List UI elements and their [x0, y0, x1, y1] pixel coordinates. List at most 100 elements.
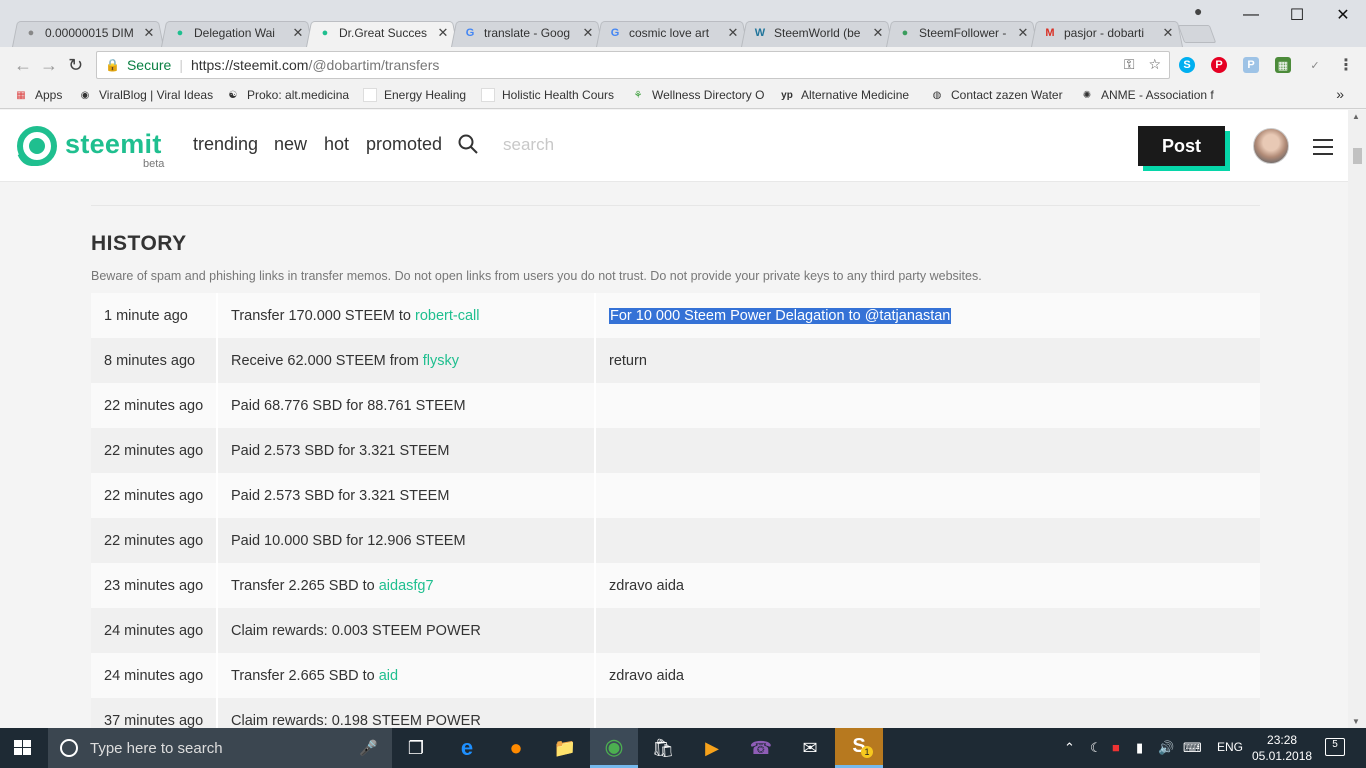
browser-tab[interactable]: W SteemWorld (be ✕	[741, 19, 893, 47]
volume-icon[interactable]: 🔊	[1158, 740, 1174, 756]
bookmark-star-icon[interactable]: ☆	[1148, 56, 1161, 72]
scroll-up-icon[interactable]: ▲	[1352, 112, 1360, 121]
notification-center-icon[interactable]: 5	[1325, 738, 1345, 756]
account-link[interactable]: flysky	[423, 353, 459, 369]
battery-icon[interactable]: ▮	[1136, 740, 1143, 756]
history-row: 24 minutes ago Transfer 2.665 SBD to aid zd…	[91, 653, 1260, 698]
back-button[interactable]: ←	[14, 55, 32, 76]
bookmarks-more-icon[interactable]: »	[1336, 86, 1344, 102]
history-action: Transfer 170.000 STEEM to	[231, 307, 411, 324]
pinterest-extension-icon[interactable]: P	[1211, 57, 1227, 73]
minimize-button[interactable]: —	[1228, 0, 1274, 30]
close-window-button[interactable]: ✕	[1320, 0, 1366, 30]
bookmark-item[interactable]: ⚘ Wellness Directory O	[631, 88, 765, 102]
store-icon[interactable]: 🛍	[639, 728, 687, 768]
history-action-cell: Claim rewards: 0.198 STEEM POWER	[220, 698, 596, 728]
clock[interactable]: 23:28 05.01.2018	[1252, 732, 1312, 764]
avatar[interactable]	[1253, 128, 1289, 164]
steemit-logo-text[interactable]: steemit	[65, 129, 162, 160]
firefox-icon[interactable]: ●	[492, 728, 540, 768]
search-input[interactable]: search	[503, 135, 554, 155]
hamburger-menu-icon[interactable]	[1313, 139, 1333, 160]
nav-new[interactable]: new	[274, 134, 307, 155]
history-memo-cell: zdravo aida	[599, 653, 1260, 698]
microphone-icon[interactable]: 🎤	[359, 739, 378, 757]
edge-icon[interactable]: e	[443, 728, 491, 768]
omnibox-actions: ⚿ ☆	[1124, 56, 1161, 73]
browser-tab[interactable]: Gtranslate - Goog ✕	[451, 19, 603, 47]
browser-tab[interactable]: Mpasjor - dobarti ✕	[1031, 19, 1183, 47]
account-link[interactable]: robert-call	[415, 308, 479, 324]
scroll-down-icon[interactable]: ▼	[1352, 717, 1360, 726]
bookmark-item[interactable]: ☯ Proko: alt.medicina	[226, 88, 350, 102]
tab-close-icon[interactable]: ✕	[871, 25, 885, 41]
maximize-button[interactable]: ☐	[1274, 0, 1320, 30]
history-action-cell: Paid 2.573 SBD for 3.321 STEEM	[220, 473, 596, 518]
address-bar[interactable]: 🔒 Secure | https://steemit.com /@dobarti…	[96, 51, 1170, 79]
clock-time: 23:28	[1267, 733, 1298, 747]
browser-tab[interactable]: ● Dr.Great Succes ✕	[306, 19, 458, 47]
tab-close-icon[interactable]: ✕	[142, 25, 156, 41]
page-scrollbar[interactable]: ▲ ▼	[1348, 110, 1366, 728]
tab-close-icon[interactable]: ✕	[1016, 25, 1030, 41]
browser-tab[interactable]: Gcosmic love art ✕	[596, 19, 748, 47]
tab-title: pasjor - dobarti	[1064, 26, 1145, 40]
search-icon[interactable]	[458, 134, 478, 154]
windows-start-icon[interactable]	[14, 740, 32, 756]
bookmark-item[interactable]: Energy Healing	[363, 88, 466, 102]
browser-tab[interactable]: ● Delegation Wai ✕	[161, 19, 313, 47]
image-extension-icon[interactable]: ▦	[1275, 57, 1291, 73]
history-row: 1 minute ago Transfer 170.000 STEEM to rob…	[91, 293, 1260, 338]
tab-close-icon[interactable]: ✕	[436, 25, 450, 41]
nav-hot[interactable]: hot	[324, 134, 349, 155]
scrollbar-thumb[interactable]	[1353, 148, 1362, 164]
antivirus-icon[interactable]: ■	[1112, 740, 1120, 755]
skype-taskbar-icon[interactable]: S 1	[835, 728, 883, 768]
tray-chevron-icon[interactable]: ⌃	[1064, 740, 1075, 756]
forward-button[interactable]: →	[40, 55, 58, 76]
tab-close-icon[interactable]: ✕	[581, 25, 595, 41]
chrome-icon[interactable]: ◉	[590, 728, 638, 768]
tab-close-icon[interactable]: ✕	[291, 25, 305, 41]
file-explorer-icon[interactable]: 📁	[541, 728, 589, 768]
bookmark-label: Proko: alt.medicina	[247, 88, 350, 102]
chrome-menu-icon[interactable]: ⋮	[1338, 57, 1354, 74]
profile-icon[interactable]: ●	[1194, 3, 1202, 19]
account-link[interactable]: aidasfg7	[379, 578, 434, 594]
google-icon: G	[610, 27, 620, 39]
media-player-icon[interactable]: ▶	[688, 728, 736, 768]
reload-button[interactable]: ↻	[68, 55, 83, 76]
bookmark-item[interactable]: ◍ Contact zazen Water	[930, 88, 1063, 102]
check-extension-icon[interactable]: ✓	[1307, 57, 1323, 73]
task-view-icon[interactable]: ❐	[392, 728, 440, 768]
bookmark-item[interactable]: ◉ ViralBlog | Viral Ideas	[78, 88, 213, 102]
history-action: Claim rewards: 0.003 STEEM POWER	[231, 622, 481, 639]
bookmark-label: Contact zazen Water	[951, 88, 1063, 102]
viber-icon[interactable]: ☎	[737, 728, 785, 768]
history-time: 8 minutes ago	[93, 338, 218, 383]
bookmark-item[interactable]: ✺ ANME - Association f	[1080, 88, 1214, 102]
skype-extension-icon[interactable]: S	[1179, 57, 1195, 73]
bookmark-label: ANME - Association f	[1101, 88, 1214, 102]
browser-toolbar: ← → ↻ 🔒 Secure | https://steemit.com /@d…	[0, 47, 1366, 83]
tab-close-icon[interactable]: ✕	[726, 25, 740, 41]
post-button[interactable]: Post	[1138, 126, 1225, 166]
browser-tab[interactable]: ● 0.00000015 DIM ✕	[12, 19, 164, 47]
key-icon[interactable]: ⚿	[1124, 56, 1135, 72]
network-icon[interactable]: ☾	[1090, 740, 1102, 756]
tab-close-icon[interactable]: ✕	[1161, 25, 1175, 41]
nav-trending[interactable]: trending	[193, 134, 258, 155]
mail-icon[interactable]: ✉	[786, 728, 834, 768]
browser-tab[interactable]: ● SteemFollower - ✕	[886, 19, 1038, 47]
language-indicator[interactable]: ENG	[1217, 740, 1243, 754]
keyboard-icon[interactable]: ⌨	[1183, 740, 1202, 756]
bookmark-item[interactable]: yp Alternative Medicine	[780, 88, 909, 102]
bookmark-item[interactable]: ▦ Apps	[14, 88, 62, 102]
new-tab-button[interactable]	[1177, 25, 1217, 43]
nav-promoted[interactable]: promoted	[366, 134, 442, 155]
taskbar-search[interactable]: Type here to search 🎤	[48, 728, 392, 768]
account-link[interactable]: aid	[379, 668, 398, 684]
pdf-extension-icon[interactable]: P	[1243, 57, 1259, 73]
steemit-logo-icon[interactable]	[17, 126, 57, 166]
bookmark-item[interactable]: Holistic Health Cours	[481, 88, 614, 102]
